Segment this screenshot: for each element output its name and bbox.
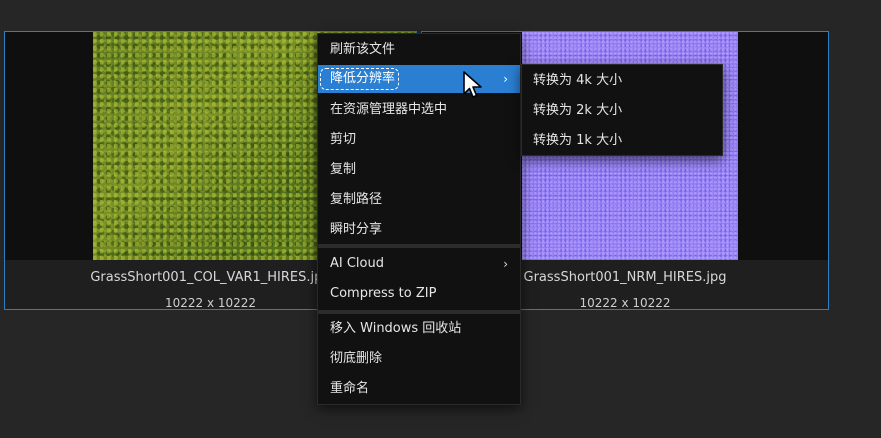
submenu-item-convert-1k[interactable]: 转换为 1k 大小 xyxy=(522,126,722,156)
menu-item-label: 彻底删除 xyxy=(330,351,383,366)
menu-item-delete-permanently[interactable]: 彻底删除 xyxy=(318,345,520,373)
submenu-item-label: 转换为 2k 大小 xyxy=(533,103,623,118)
menu-item-rename[interactable]: 重命名 xyxy=(318,375,520,403)
menu-item-label: Compress to ZIP xyxy=(330,286,437,301)
submenu-item-label: 转换为 4k 大小 xyxy=(533,73,623,88)
context-menu: 刷新该文件 降低分辨率 › 在资源管理器中选中 剪切 复制 复制路径 瞬时分享 … xyxy=(317,33,521,405)
menu-item-label: 瞬时分享 xyxy=(330,222,383,237)
menu-item-refresh-file[interactable]: 刷新该文件 xyxy=(318,36,520,64)
menu-item-label: 移入 Windows 回收站 xyxy=(330,321,462,336)
menu-item-compress-zip[interactable]: Compress to ZIP xyxy=(318,280,520,308)
submenu-item-convert-2k[interactable]: 转换为 2k 大小 xyxy=(522,96,722,126)
menu-separator xyxy=(318,310,520,314)
menu-item-copy[interactable]: 复制 xyxy=(318,156,520,184)
resolution-submenu: 转换为 4k 大小 转换为 2k 大小 转换为 1k 大小 xyxy=(521,64,723,156)
menu-item-instant-share[interactable]: 瞬时分享 xyxy=(318,216,520,244)
submenu-item-convert-4k[interactable]: 转换为 4k 大小 xyxy=(522,66,722,96)
menu-item-reveal-in-explorer[interactable]: 在资源管理器中选中 xyxy=(318,96,520,124)
menu-item-label: 降低分辨率 xyxy=(330,71,396,86)
menu-item-label: 剪切 xyxy=(330,132,357,147)
mouse-cursor-icon xyxy=(463,71,482,98)
menu-item-label: 重命名 xyxy=(330,381,370,396)
menu-item-move-to-recycle-bin[interactable]: 移入 Windows 回收站 xyxy=(318,315,520,343)
menu-item-label: 在资源管理器中选中 xyxy=(330,102,448,117)
menu-item-label: AI Cloud xyxy=(330,256,384,271)
menu-item-label: 复制 xyxy=(330,162,357,177)
menu-item-reduce-resolution[interactable]: 降低分辨率 › xyxy=(318,65,520,93)
menu-item-copy-path[interactable]: 复制路径 xyxy=(318,186,520,214)
menu-item-label: 刷新该文件 xyxy=(330,42,396,57)
menu-item-cut[interactable]: 剪切 xyxy=(318,126,520,154)
chevron-right-icon: › xyxy=(503,72,508,86)
menu-separator xyxy=(318,244,520,248)
chevron-right-icon: › xyxy=(503,257,508,271)
menu-item-ai-cloud[interactable]: AI Cloud › xyxy=(318,250,520,278)
submenu-item-label: 转换为 1k 大小 xyxy=(533,133,623,148)
menu-item-label: 复制路径 xyxy=(330,192,383,207)
